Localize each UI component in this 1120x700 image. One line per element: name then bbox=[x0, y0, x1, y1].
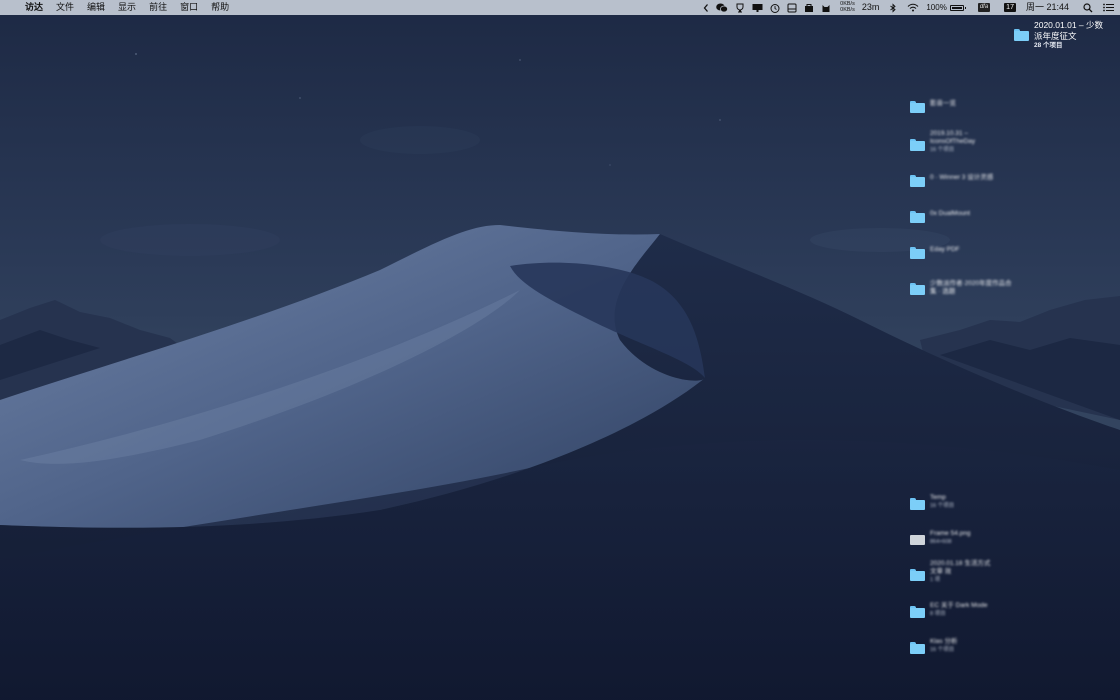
clock-datetime[interactable]: 周一 21:44 bbox=[1026, 0, 1069, 15]
folder-item-count: 16 个项目 bbox=[930, 147, 955, 153]
folder-icon bbox=[1014, 29, 1029, 41]
desktop-folder[interactable]: 2019.10.31 – IconsOfTheDay 16 个项目 bbox=[910, 130, 1020, 154]
menu-bar: 访达 文件 编辑 显示 前往 窗口 帮助 0KB/s 0KB/s 23m 100… bbox=[0, 0, 1120, 15]
folder-name: Temp bbox=[930, 494, 946, 501]
network-speed[interactable]: 0KB/s 0KB/s bbox=[840, 1, 855, 13]
folder-item-count: 8 项目 bbox=[930, 611, 946, 617]
desktop-folder[interactable]: 0 · Winner 3 设计灵感 bbox=[910, 174, 1020, 187]
bag-icon[interactable] bbox=[804, 3, 814, 13]
folder-icon bbox=[910, 498, 925, 510]
folder-icon bbox=[910, 211, 925, 223]
folder-name: 2019.10.31 – bbox=[930, 130, 968, 137]
desktop-file-png[interactable]: Frame 54.png 864×608 bbox=[910, 530, 1020, 546]
folder-name: 0 · Winner 3 设计灵感 bbox=[930, 174, 994, 181]
search-icon[interactable] bbox=[1083, 2, 1093, 13]
folder-label: Temp 16 个项目 bbox=[930, 494, 954, 510]
bluetooth-icon[interactable] bbox=[889, 2, 897, 13]
folder-name: Klas 分析 bbox=[930, 638, 958, 645]
timer-icon[interactable] bbox=[770, 3, 780, 13]
trophy-icon[interactable] bbox=[735, 3, 745, 13]
folder-item-count: 28 个项目 bbox=[1034, 42, 1063, 49]
folder-name: 2020.01.18 生活方式 bbox=[930, 560, 991, 567]
menu-file[interactable]: 文件 bbox=[56, 0, 74, 15]
desktop-folder-annual-essay[interactable]: 2020.01.01 – 少数 派年度征文 28 个项目 bbox=[1014, 20, 1103, 52]
folder-icon bbox=[910, 247, 925, 259]
folder-name-line2: 文章 效 bbox=[930, 568, 952, 575]
folder-label: 2020.01.01 – 少数 派年度征文 28 个项目 bbox=[1034, 20, 1103, 52]
desktop-folder[interactable]: 2020.01.18 生活方式 文章 效 1 项 bbox=[910, 560, 1020, 584]
battery-percent[interactable]: 100% bbox=[926, 0, 946, 15]
file-dimensions: 864×608 bbox=[930, 539, 952, 545]
folder-label: 影音一览 bbox=[930, 100, 956, 108]
folder-name: EC 关于 Dark Mode bbox=[930, 602, 988, 609]
folder-icon bbox=[910, 569, 925, 581]
df-label: dfa bbox=[977, 3, 991, 12]
note-icon[interactable] bbox=[787, 3, 797, 13]
folder-name-line2: 派年度征文 bbox=[1034, 30, 1077, 41]
folder-label: 0x DualMount bbox=[930, 210, 970, 218]
folder-icon bbox=[910, 642, 925, 654]
desktop-folder[interactable]: EC 关于 Dark Mode 8 项目 bbox=[910, 602, 1020, 618]
folder-icon bbox=[910, 175, 925, 187]
folder-icon bbox=[910, 139, 925, 151]
cat-icon[interactable] bbox=[821, 3, 831, 13]
wechat-icon[interactable] bbox=[716, 3, 729, 13]
df-app-icon[interactable]: dfa bbox=[977, 3, 991, 12]
desktop[interactable]: 访达 文件 编辑 显示 前往 窗口 帮助 0KB/s 0KB/s 23m 100… bbox=[0, 0, 1120, 700]
folder-icon bbox=[910, 283, 925, 295]
folder-item-count: 16 个项目 bbox=[930, 503, 955, 509]
folder-label: 2020.01.18 生活方式 文章 效 1 项 bbox=[930, 560, 990, 584]
folder-icon bbox=[910, 606, 925, 618]
folder-name-line2: 集 · 选题 bbox=[930, 288, 956, 295]
folder-name-line1: 2020.01.01 – 少数 bbox=[1034, 20, 1103, 30]
menu-go[interactable]: 前往 bbox=[149, 0, 167, 15]
menu-app-finder[interactable]: 访达 bbox=[25, 0, 43, 15]
folder-name-line2: IconsOfTheDay bbox=[930, 138, 976, 145]
monitor-icon[interactable] bbox=[752, 3, 763, 13]
desktop-folder[interactable]: Temp 16 个项目 bbox=[910, 494, 1020, 510]
folder-item-count: 16 个项目 bbox=[930, 647, 955, 653]
net-down-speed: 0KB/s bbox=[840, 6, 855, 13]
folder-label: Eday PDF bbox=[930, 246, 960, 254]
menu-view[interactable]: 显示 bbox=[118, 0, 136, 15]
menu-bar-status: 0KB/s 0KB/s 23m 100% dfa 17 周一 21:44 bbox=[696, 0, 1114, 15]
desktop-folder[interactable]: 少数派作者·2020年度作品合 集 · 选题 bbox=[910, 280, 1020, 296]
folder-item-count: 1 项 bbox=[930, 577, 941, 583]
menu-help[interactable]: 帮助 bbox=[211, 0, 229, 15]
chevron-left-icon[interactable] bbox=[703, 3, 709, 12]
list-icon[interactable] bbox=[1103, 3, 1114, 12]
timer-label[interactable]: 23m bbox=[862, 0, 880, 15]
desktop-folder[interactable]: Klas 分析 16 个项目 bbox=[910, 638, 1020, 654]
folder-label: 0 · Winner 3 设计灵感 bbox=[930, 174, 993, 182]
image-file-icon bbox=[910, 535, 925, 545]
folder-label: EC 关于 Dark Mode 8 项目 bbox=[930, 602, 987, 618]
desktop-folder[interactable]: 影音一览 bbox=[910, 100, 1020, 113]
menu-window[interactable]: 窗口 bbox=[180, 0, 198, 15]
folder-name: Eday PDF bbox=[930, 246, 960, 253]
battery-icon[interactable] bbox=[949, 4, 966, 11]
folder-label: 少数派作者·2020年度作品合 集 · 选题 bbox=[930, 280, 1012, 296]
folder-label: Klas 分析 16 个项目 bbox=[930, 638, 957, 654]
desktop-folder[interactable]: Eday PDF bbox=[910, 246, 1020, 259]
wifi-icon[interactable] bbox=[907, 3, 919, 12]
file-label: Frame 54.png 864×608 bbox=[930, 530, 970, 546]
menu-edit[interactable]: 编辑 bbox=[87, 0, 105, 15]
file-name: Frame 54.png bbox=[930, 530, 971, 537]
folder-name: 0x DualMount bbox=[930, 210, 971, 217]
menu-bar-left: 访达 文件 编辑 显示 前往 窗口 帮助 bbox=[10, 0, 229, 15]
folder-name: 少数派作者·2020年度作品合 bbox=[930, 280, 1012, 287]
folder-name: 影音一览 bbox=[930, 100, 956, 107]
folder-label: 2019.10.31 – IconsOfTheDay 16 个项目 bbox=[930, 130, 975, 154]
calendar-day: 17 bbox=[1004, 3, 1016, 12]
calendar-icon[interactable]: 17 bbox=[1004, 3, 1016, 12]
battery-level bbox=[949, 4, 966, 11]
desktop-folder[interactable]: 0x DualMount bbox=[910, 210, 1020, 223]
folder-icon bbox=[910, 101, 925, 113]
